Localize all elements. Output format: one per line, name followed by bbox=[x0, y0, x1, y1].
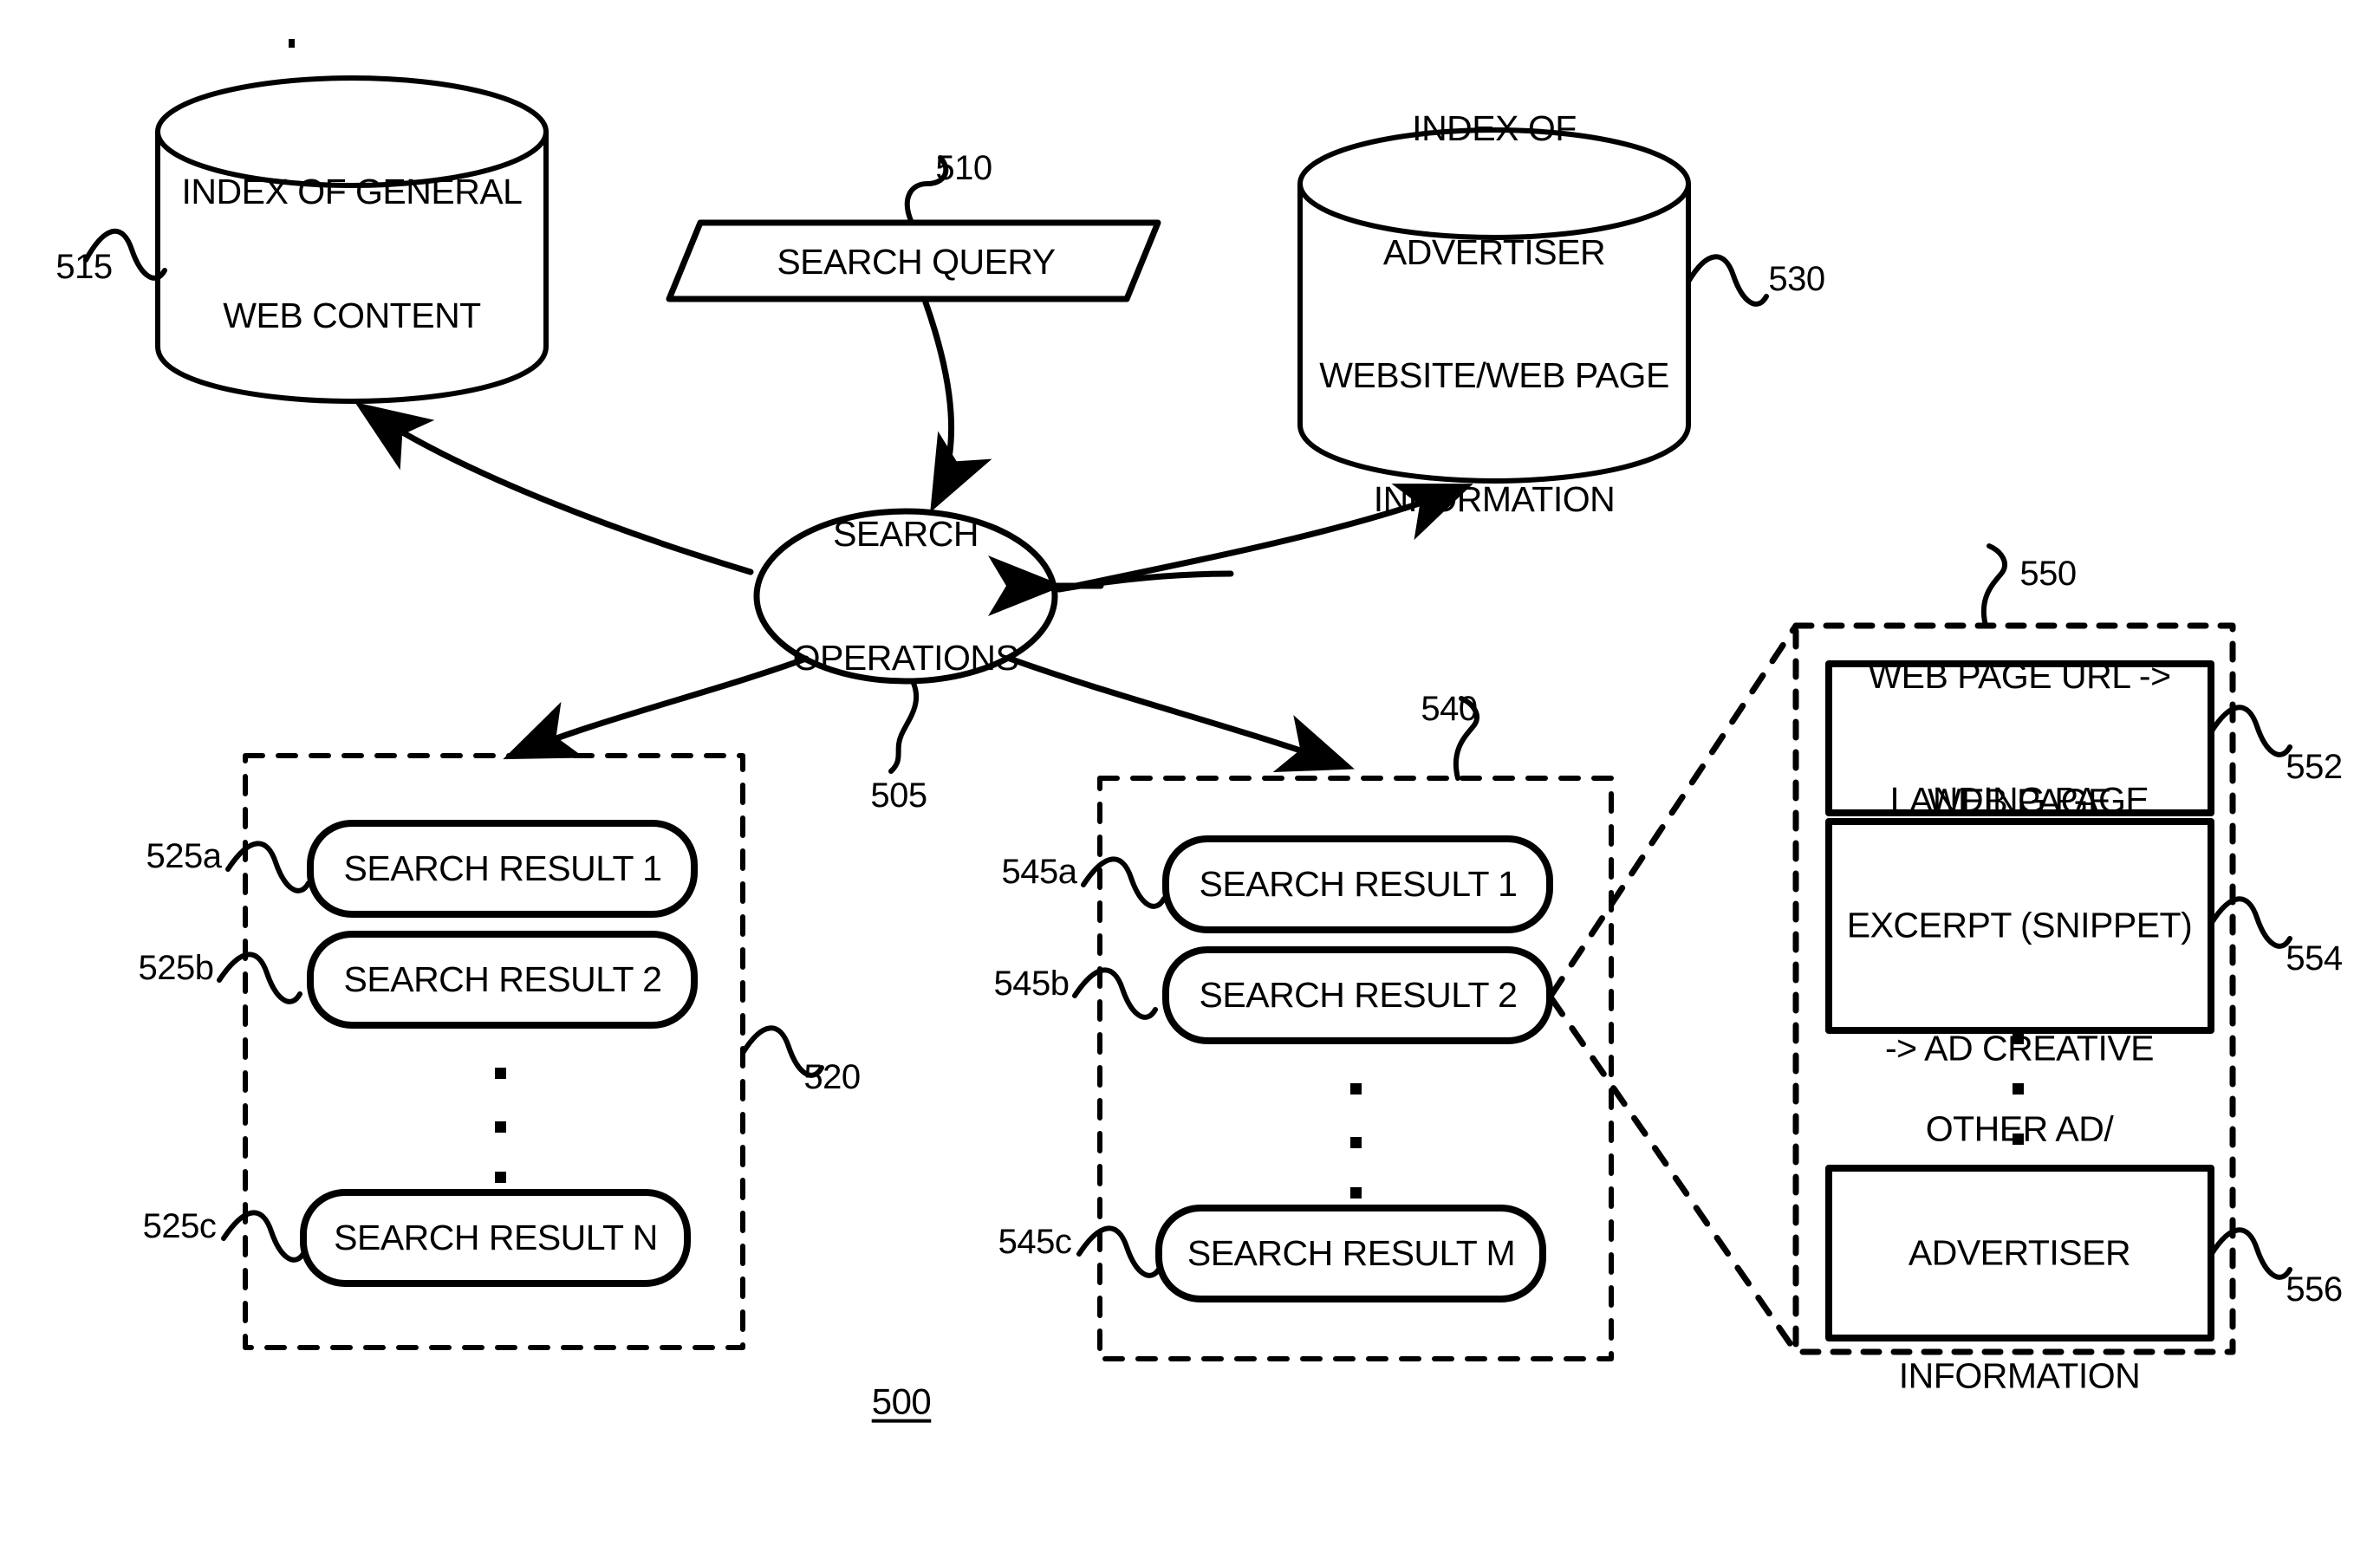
label-line: INDEX OF bbox=[1412, 108, 1577, 149]
leader-556 bbox=[2208, 1227, 2292, 1280]
vertical-ellipsis bbox=[495, 1068, 506, 1183]
arrow-operations-to-index-general bbox=[354, 402, 754, 575]
vertical-ellipsis bbox=[1350, 1083, 1362, 1198]
ref-530: 530 bbox=[1768, 259, 1825, 298]
search-result-label: SEARCH RESULT 2 bbox=[1199, 975, 1518, 1016]
ref-505: 505 bbox=[870, 776, 927, 815]
label-line: EXCERPT (SNIPPET) bbox=[1846, 905, 2193, 945]
ref-525b: 525b bbox=[138, 948, 214, 987]
ref-554: 554 bbox=[2286, 939, 2343, 978]
search-result-label: SEARCH RESULT N bbox=[334, 1218, 658, 1258]
figure-number: 500 bbox=[871, 1380, 932, 1422]
search-result-label: SEARCH RESULT 2 bbox=[343, 959, 662, 1000]
index-general-web-content-label: INDEX OF GENERAL WEB CONTENT bbox=[153, 89, 551, 419]
search-result-label: SEARCH RESULT 1 bbox=[1199, 864, 1518, 905]
label-line: INFORMATION bbox=[1373, 479, 1616, 520]
label-line: WEBSITE/WEB PAGE bbox=[1319, 355, 1669, 396]
ref-525c: 525c bbox=[142, 1206, 217, 1245]
detail-item-label: OTHER AD/ ADVERTISER INFORMATION bbox=[1833, 1026, 2206, 1479]
leader-530 bbox=[1686, 254, 1769, 307]
ref-550: 550 bbox=[2019, 554, 2077, 593]
ref-540: 540 bbox=[1421, 689, 1478, 728]
leader-552 bbox=[2208, 705, 2292, 757]
ref-545a: 545a bbox=[1001, 852, 1077, 891]
index-advertiser-label: INDEX OF ADVERTISER WEBSITE/WEB PAGE INF… bbox=[1295, 26, 1694, 603]
ref-545c: 545c bbox=[998, 1222, 1072, 1261]
label-line: WEB PAGE URL -> bbox=[1868, 655, 2171, 696]
ref-520: 520 bbox=[803, 1057, 861, 1096]
ref-525a: 525a bbox=[146, 836, 222, 875]
search-query-label: SEARCH QUERY bbox=[777, 242, 1056, 283]
search-result-label: SEARCH RESULT M bbox=[1187, 1233, 1516, 1274]
label-line: WEB CONTENT bbox=[223, 295, 481, 335]
callout-line-upper bbox=[1548, 622, 1799, 998]
patent-figure-500: INDEX OF GENERAL WEB CONTENT 515 SEARCH … bbox=[0, 0, 2380, 1559]
leader-525b bbox=[217, 952, 302, 1004]
ref-552: 552 bbox=[2286, 747, 2343, 786]
arrow-operations-to-results-right bbox=[1006, 655, 1355, 773]
leader-545c bbox=[1076, 1225, 1162, 1278]
arrow-operations-to-results-left bbox=[503, 655, 810, 760]
label-line: OPERATIONS bbox=[792, 637, 1019, 678]
leader-554 bbox=[2208, 896, 2292, 949]
search-result-label: SEARCH RESULT 1 bbox=[343, 848, 662, 889]
scan-artifact-speck bbox=[289, 39, 295, 48]
label-line: ADVERTISER bbox=[1908, 1232, 2131, 1273]
leader-525a bbox=[225, 841, 311, 893]
callout-line-lower bbox=[1548, 995, 1799, 1355]
leader-525c bbox=[221, 1210, 307, 1263]
leader-545a bbox=[1081, 856, 1167, 909]
ref-545b: 545b bbox=[993, 964, 1070, 1003]
label-line: OTHER AD/ bbox=[1925, 1108, 2114, 1149]
label-line: SEARCH bbox=[833, 513, 979, 554]
ref-556: 556 bbox=[2286, 1270, 2343, 1309]
label-line: ADVERTISER bbox=[1382, 231, 1606, 272]
label-line: INDEX OF GENERAL bbox=[181, 171, 523, 211]
ref-510: 510 bbox=[935, 148, 992, 187]
label-line: WEB PAGE bbox=[1928, 781, 2111, 822]
label-line: INFORMATION bbox=[1898, 1355, 2141, 1396]
leader-545b bbox=[1072, 967, 1158, 1020]
search-operations-label: SEARCH OPERATIONS bbox=[763, 432, 1049, 761]
ref-515: 515 bbox=[55, 247, 113, 286]
